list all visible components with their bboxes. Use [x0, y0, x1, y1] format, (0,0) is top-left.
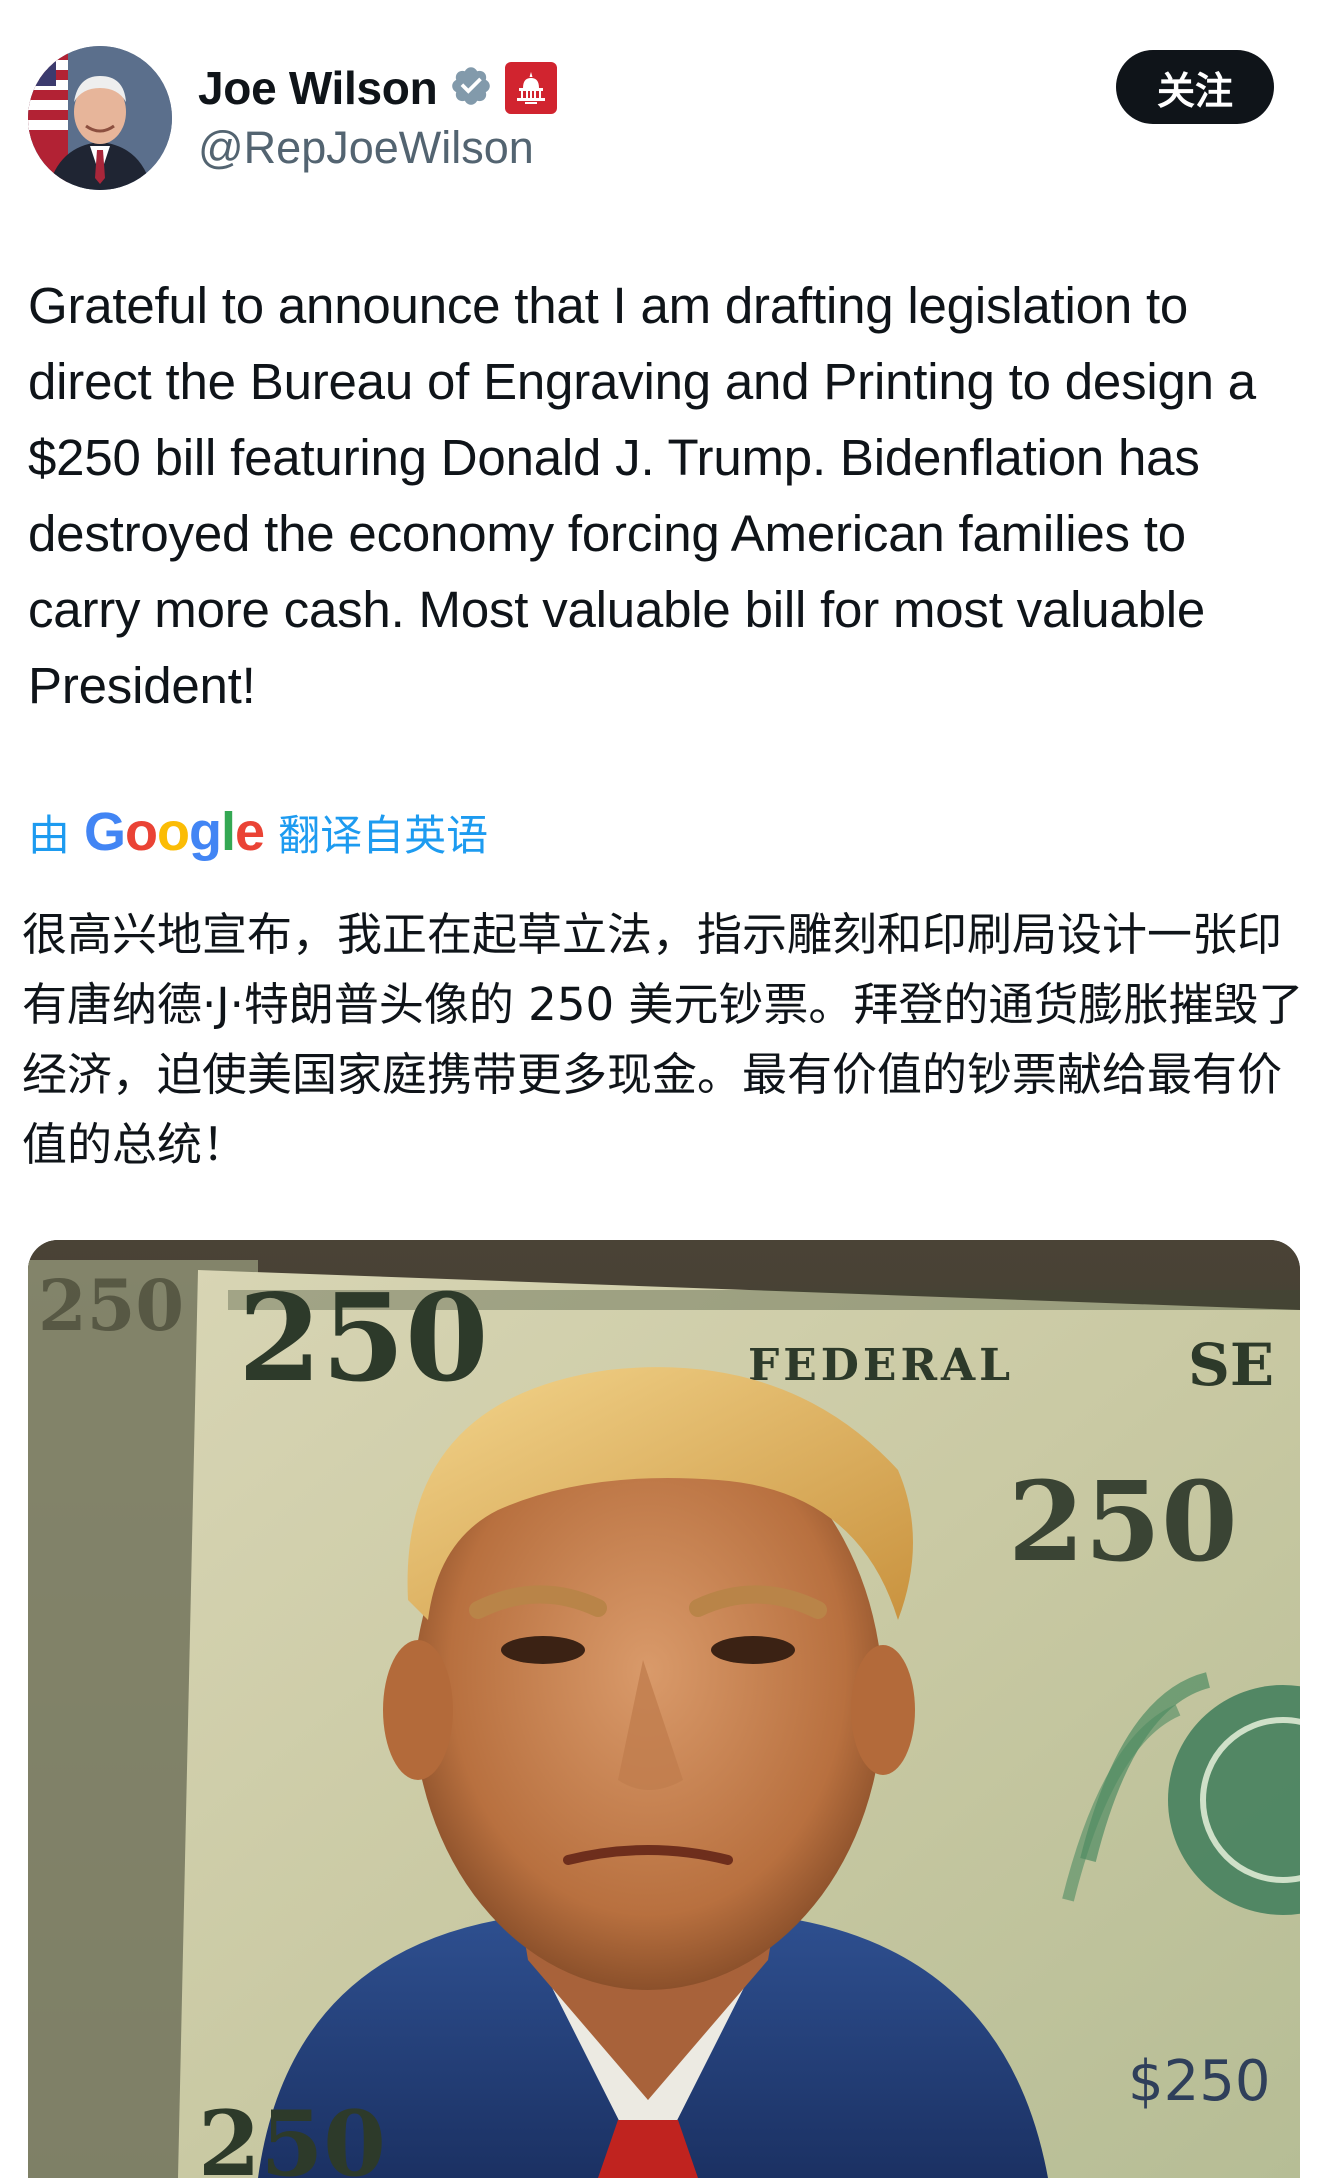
bill-numeral-right: 250 [1008, 1457, 1238, 1586]
capitol-gop-badge-icon[interactable] [505, 62, 558, 114]
name-row: Joe Wilson [198, 58, 558, 118]
translated-text: 很高兴地宣布，我正在起草立法，指示雕刻和印刷局设计一张印有唐纳德·J·特朗普头像… [22, 908, 1304, 1171]
user-handle[interactable]: @RepJoeWilson [198, 122, 534, 174]
bill-side-text: SE [1188, 1331, 1274, 1399]
display-name[interactable]: Joe Wilson [198, 61, 438, 115]
tweet-image[interactable]: 250 250 FEDERAL SE 250 $250 250 [28, 1240, 1300, 2178]
tweet-text: Grateful to announce that I am drafting … [28, 277, 1256, 714]
translation-prefix: 由 [28, 810, 71, 860]
follow-button[interactable]: 关注 [1116, 50, 1274, 124]
bill-banner-text: FEDERAL [748, 1340, 1014, 1391]
bill-numeral-top-left: 250 [238, 1268, 489, 1409]
bill-illustration: 250 250 FEDERAL SE 250 $250 250 [28, 1240, 1300, 2178]
translation-suffix: 翻译自英语 [278, 810, 489, 860]
tweet-header: Joe Wilson @RepJoeWilson 关注 [0, 0, 1320, 230]
bill-numeral-bottom: 250 [198, 2091, 386, 2178]
verified-badge-icon [449, 64, 493, 113]
bill-numeral-back: 250 [38, 1264, 184, 1347]
avatar[interactable] [28, 46, 172, 190]
bill-side-number: $250 [1128, 2049, 1271, 2114]
translation-attribution[interactable]: 由 Google 翻译自英语 [28, 800, 488, 864]
google-logo-icon: Google [84, 802, 265, 862]
